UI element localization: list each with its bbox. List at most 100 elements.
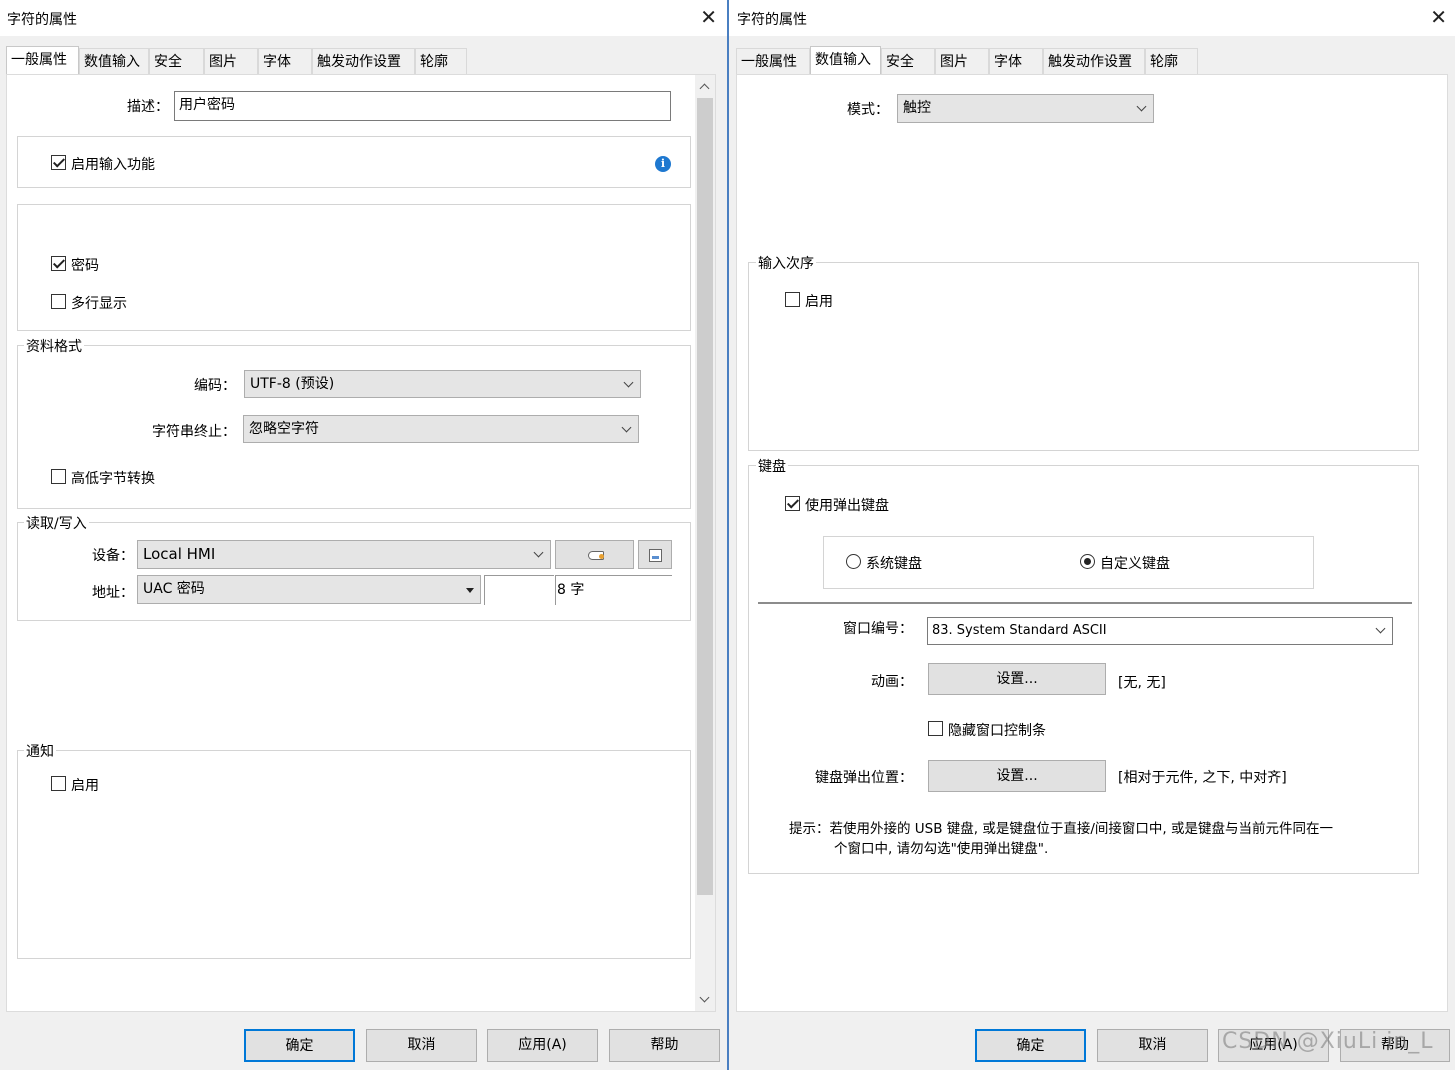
hint-text-line2: 个窗口中, 请勿勾选"使用弹出键盘". [834,841,1049,857]
password-checkbox[interactable] [51,256,66,271]
password-options-group: 密码 多行显示 [17,204,691,331]
system-keyboard-radio[interactable] [846,554,861,569]
custom-keyboard-radio[interactable] [1080,554,1095,569]
address-browse-button[interactable] [638,540,672,569]
popup-keyboard-label: 使用弹出键盘 [805,498,889,514]
close-icon[interactable]: ✕ [700,6,717,28]
address-label: 地址： [92,585,134,601]
tab-security[interactable]: 安全 [149,48,204,74]
multiline-checkbox[interactable] [51,294,66,309]
help-button[interactable]: 帮助 [609,1029,720,1062]
left-properties-dialog: 字符的属性 ✕ 一般属性 数值输入 安全 图片 字体 触发动作设置 轮廓 描述：… [0,0,727,1070]
tab-font[interactable]: 字体 [258,48,312,74]
tab-trigger-action[interactable]: 触发动作设置 [1043,48,1145,74]
length-value: 8 字 [557,582,585,598]
tab-general[interactable]: 一般属性 [736,48,810,74]
tab-page-general: 描述： 用户密码 启用输入功能 i 密码 多行显示 编码： UTF-8 (预设)… [6,74,716,1012]
window-number-value: 83. System Standard ASCII [932,623,1107,638]
animation-value: [无, 无] [1118,675,1166,691]
address-value: UAC 密码 [143,581,205,597]
input-order-group: 启用 [748,262,1419,451]
vertical-scrollbar[interactable] [695,75,715,1011]
chevron-down-icon [1136,101,1147,112]
input-order-enable-checkbox[interactable] [785,292,800,307]
device-value: Local HMI [143,545,216,563]
ok-button[interactable]: 确定 [975,1029,1086,1062]
popup-keyboard-checkbox[interactable] [785,496,800,511]
scrollbar-thumb[interactable] [697,98,713,895]
password-label: 密码 [71,258,99,274]
chevron-down-icon [1375,623,1386,634]
device-settings-button[interactable] [555,540,634,569]
keyboard-key-icon [652,556,659,559]
description-label: 描述： [127,99,169,115]
address-select[interactable]: UAC 密码 [137,575,481,604]
tab-font[interactable]: 字体 [989,48,1043,74]
keyboard-group-label: 键盘 [756,456,788,476]
encoding-value: UTF-8 (预设) [250,376,335,392]
cancel-button[interactable]: 取消 [1097,1029,1208,1062]
animation-settings-button[interactable]: 设置... [928,663,1106,695]
description-field[interactable]: 用户密码 [174,91,671,121]
tab-security[interactable]: 安全 [881,48,935,74]
scroll-down-icon[interactable] [699,992,710,1003]
notify-enable-checkbox[interactable] [51,776,66,791]
notify-group: 启用 [17,750,691,959]
tab-picture[interactable]: 图片 [935,48,989,74]
popup-position-value: [相对于元件, 之下, 中对齐] [1118,770,1287,786]
data-format-group-label: 资料格式 [24,336,84,356]
cancel-button[interactable]: 取消 [366,1029,477,1062]
byte-swap-checkbox[interactable] [51,469,66,484]
device-label: 设备： [92,548,134,564]
chevron-down-icon [621,422,632,433]
popup-position-settings-button[interactable]: 设置... [928,760,1106,792]
mode-select[interactable]: 触控 [897,94,1154,123]
multiline-label: 多行显示 [71,296,127,312]
scroll-up-icon[interactable] [699,83,710,94]
keyboard-type-box: 系统键盘 自定义键盘 [823,536,1314,589]
separator [758,602,1412,604]
byte-swap-label: 高低字节转换 [71,471,155,487]
tab-picture[interactable]: 图片 [204,48,258,74]
hint-text-line1: 提示：若使用外接的 USB 键盘, 或是键盘位于直接/间接窗口中, 或是键盘与当… [789,821,1334,837]
enable-input-checkbox[interactable] [51,155,66,170]
apply-button[interactable]: 应用(A) [487,1029,598,1062]
window-number-select[interactable]: 83. System Standard ASCII [927,617,1393,645]
tab-numeric-input[interactable]: 数值输入 [79,48,149,74]
length-field[interactable]: 8 字 [555,575,672,605]
ok-button[interactable]: 确定 [244,1029,355,1062]
terminator-select[interactable]: 忽略空字符 [243,415,639,443]
dropdown-arrow-icon [466,588,474,593]
terminator-label: 字符串终止： [152,424,236,440]
hide-control-checkbox[interactable] [928,721,943,736]
system-keyboard-label: 系统键盘 [866,556,922,572]
encoding-select[interactable]: UTF-8 (预设) [244,370,641,398]
tab-numeric-input[interactable]: 数值输入 [810,46,881,75]
dialog-title: 字符的属性 [737,12,807,28]
chevron-down-icon [533,547,544,558]
read-write-group: 设备： Local HMI 地址： UAC 密码 8 字 [17,522,691,621]
window-number-label: 窗口编号： [843,621,913,637]
read-write-group-label: 读取/写入 [24,513,89,533]
csdn-watermark: CSDN @XiuLi in_L [1222,1029,1434,1054]
enable-input-group: 启用输入功能 i [17,136,691,188]
device-select[interactable]: Local HMI [137,540,551,569]
tab-page-numeric-input: 模式： 触控 启用 输入次序 使用弹出键盘 系统键盘 自定义键盘 窗口编号： 8… [736,74,1448,1012]
info-icon[interactable]: i [655,156,671,172]
right-properties-dialog: 字符的属性 ✕ 一般属性 数值输入 安全 图片 字体 触发动作设置 轮廓 模式：… [729,0,1455,1070]
address-index-field[interactable] [484,575,554,605]
tab-outline[interactable]: 轮廓 [1145,48,1198,74]
close-icon[interactable]: ✕ [1430,6,1447,28]
hide-control-label: 隐藏窗口控制条 [948,723,1046,739]
tab-trigger-action[interactable]: 触发动作设置 [312,48,415,74]
popup-position-label: 键盘弹出位置： [815,770,913,786]
terminator-value: 忽略空字符 [249,421,319,437]
tab-outline[interactable]: 轮廓 [415,48,467,74]
animation-label: 动画： [871,674,913,690]
tab-general[interactable]: 一般属性 [6,46,79,75]
input-order-enable-label: 启用 [805,294,833,310]
dialog-title: 字符的属性 [7,12,77,28]
custom-keyboard-label: 自定义键盘 [1100,556,1170,572]
mode-value: 触控 [903,100,931,116]
notify-group-label: 通知 [24,741,56,761]
